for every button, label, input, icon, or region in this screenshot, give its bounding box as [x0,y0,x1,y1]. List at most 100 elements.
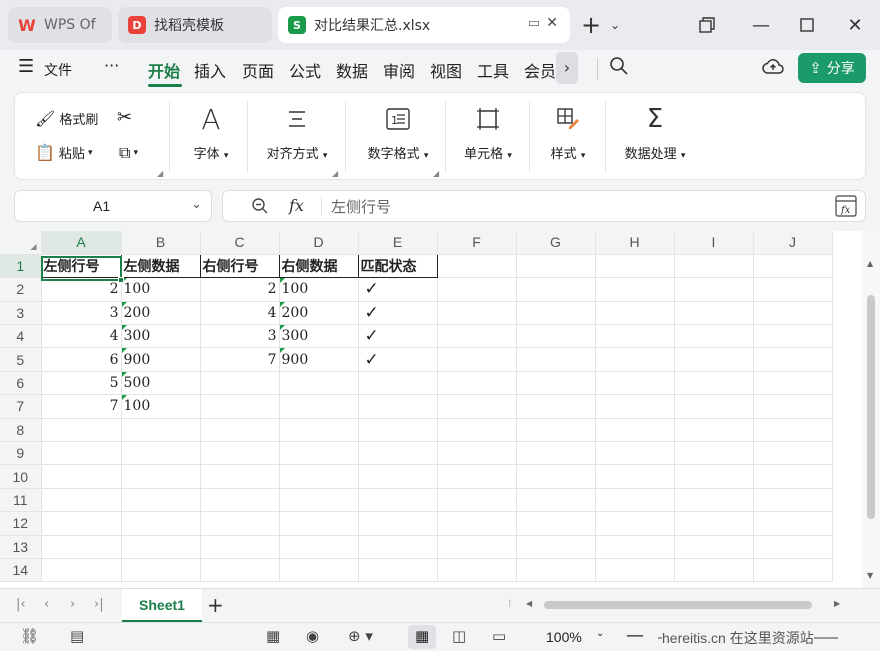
dialog-launcher-icon[interactable]: ◢ [433,169,439,178]
cell-h3[interactable] [595,301,675,326]
macro-icon[interactable]: ⛓ [20,627,39,645]
column-header-f[interactable]: F [437,231,517,255]
cell-h9[interactable] [595,441,675,466]
chevron-down-icon[interactable]: ⌄ [191,197,202,212]
dialog-launcher-icon[interactable]: ◢ [157,169,163,178]
menu-tools[interactable]: 工具 [477,58,509,82]
data-process-button[interactable]: Σ 数据处理 ▾ [615,103,695,162]
cell-a3[interactable]: 3 [41,301,122,326]
cell-i5[interactable] [674,347,754,372]
cell-e1[interactable]: 匹配状态 [357,253,438,279]
document-icon[interactable]: ▤ [70,627,84,645]
cell-g4[interactable] [516,324,596,349]
column-header-i[interactable]: I [674,231,754,255]
cell-j14[interactable] [753,558,833,583]
cell-d5[interactable]: 900 [279,347,359,372]
row-header[interactable]: 11 [0,488,42,513]
cell-i8[interactable] [674,418,754,443]
cell-d2[interactable]: 100 [279,277,359,302]
row-header[interactable]: 5 [0,347,42,372]
menu-more[interactable]: ··· [104,56,119,75]
cell-b8[interactable] [121,418,201,443]
cell-a8[interactable] [41,418,122,443]
scrollbar-thumb[interactable] [867,295,875,519]
menu-insert[interactable]: 插入 [194,58,226,82]
cell-e4[interactable]: ✓ [358,324,438,349]
table-view-icon[interactable]: ▦ [266,627,280,645]
expand-formula-icon[interactable]: fx [835,195,857,221]
cell-f1[interactable] [437,254,517,279]
cell-h7[interactable] [595,394,675,419]
cell-j4[interactable] [753,324,833,349]
cell-d8[interactable] [279,418,359,443]
close-tab-icon[interactable]: ✕ [546,15,558,31]
cell-i1[interactable] [674,254,754,279]
cell-g14[interactable] [516,558,596,583]
cell-j5[interactable] [753,347,833,372]
menu-scroll-right-icon[interactable]: › [556,52,578,84]
minimize-icon[interactable]: — [746,10,776,40]
cell-b7[interactable]: 100 [121,394,201,419]
cell-j9[interactable] [753,441,833,466]
cell-a10[interactable] [41,464,122,489]
cell-h1[interactable] [595,254,675,279]
cell-b1[interactable]: 左侧数据 [120,253,201,279]
scissors-icon[interactable]: ✂ [117,107,132,128]
row-header[interactable]: 6 [0,371,42,396]
cell-f11[interactable] [437,488,517,513]
cell-b14[interactable] [121,558,201,583]
cell-h5[interactable] [595,347,675,372]
tab-current-file[interactable]: S 对比结果汇总.xlsx ▭ ✕ [278,7,570,43]
cell-j10[interactable] [753,464,833,489]
row-header[interactable]: 10 [0,464,42,489]
cell-h13[interactable] [595,535,675,559]
number-format-button[interactable]: 1 数字格式 ▾ [353,103,443,162]
cell-g12[interactable] [516,511,596,536]
row-header[interactable]: 9 [0,441,42,466]
cell-c9[interactable] [200,441,280,466]
menu-review[interactable]: 审阅 [383,58,415,82]
cell-c2[interactable]: 2 [200,277,280,302]
cell-e8[interactable] [358,418,438,443]
chevron-down-icon[interactable]: ⌄ [600,10,630,40]
menu-file[interactable]: 文件 [44,60,72,80]
cell-c10[interactable] [200,464,280,489]
column-header-j[interactable]: J [753,231,833,255]
cell-i13[interactable] [674,535,754,559]
cell-c5[interactable]: 7 [200,347,280,372]
cell-g8[interactable] [516,418,596,443]
column-header-a[interactable]: A [41,231,122,255]
cell-f8[interactable] [437,418,517,443]
cell-j1[interactable] [753,254,833,279]
page-break-icon[interactable]: ▭ [492,627,506,645]
cell-c7[interactable] [200,394,280,419]
scroll-down-icon[interactable]: ▼ [867,571,873,580]
cloud-upload-icon[interactable] [762,57,784,81]
row-header[interactable]: 12 [0,511,42,536]
cell-a14[interactable] [41,558,122,583]
cell-a9[interactable] [41,441,122,466]
cell-e7[interactable] [358,394,438,419]
cell-g7[interactable] [516,394,596,419]
select-all-corner[interactable]: ◢ [0,231,42,255]
cell-j11[interactable] [753,488,833,513]
column-header-d[interactable]: D [279,231,359,255]
cell-a7[interactable]: 7 [41,394,122,419]
cell-i3[interactable] [674,301,754,326]
cell-d6[interactable] [279,371,359,396]
cell-h11[interactable] [595,488,675,513]
cell-e13[interactable] [358,535,438,559]
cell-c3[interactable]: 4 [200,301,280,326]
cell-j8[interactable] [753,418,833,443]
page-layout-icon[interactable]: ◫ [452,627,466,645]
column-header-e[interactable]: E [358,231,438,255]
cell-d11[interactable] [279,488,359,513]
cell-e14[interactable] [358,558,438,583]
monitor-icon[interactable]: ▭ [528,16,540,31]
cell-c14[interactable] [200,558,280,583]
cell-i2[interactable] [674,277,754,302]
cell-d3[interactable]: 200 [279,301,359,326]
cell-g6[interactable] [516,371,596,396]
hamburger-menu-icon[interactable]: ☰ [18,56,34,77]
zoom-out-icon[interactable]: — [626,625,644,646]
